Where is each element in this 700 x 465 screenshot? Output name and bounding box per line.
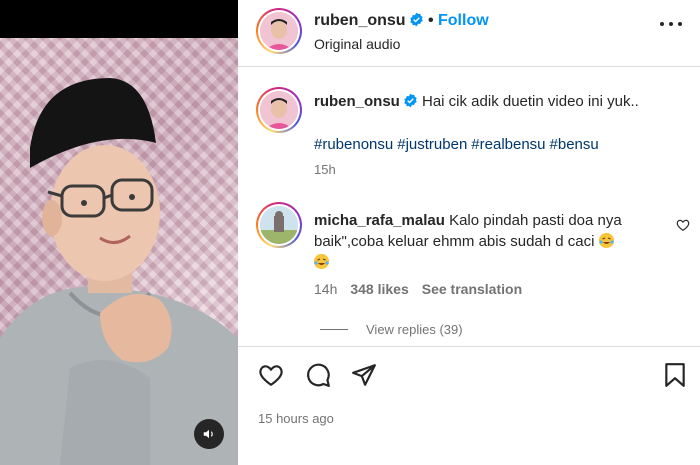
commenter-username[interactable]: micha_rafa_malau (314, 212, 445, 229)
follow-button[interactable]: Follow (438, 12, 489, 30)
comment-body: micha_rafa_malau Kalo pindah pasti doa n… (314, 210, 654, 273)
caption-timestamp[interactable]: 15h (314, 162, 336, 177)
hashtag-link[interactable]: #realbensu (471, 136, 545, 153)
post-video[interactable] (0, 38, 238, 465)
post-media[interactable] (0, 0, 238, 465)
laughing-crying-emoji-icon (314, 254, 329, 269)
like-button[interactable] (258, 362, 284, 393)
comment-bubble-icon (307, 363, 330, 387)
laughing-crying-emoji-icon (598, 233, 614, 248)
replies-line-divider (320, 329, 348, 330)
bookmark-icon (665, 363, 685, 387)
verified-badge-icon (409, 12, 423, 27)
commenter-avatar[interactable] (256, 202, 302, 248)
audio-label[interactable]: Original audio (314, 36, 400, 52)
caption-author[interactable]: ruben_onsu (314, 93, 418, 110)
verified-badge-icon (404, 93, 417, 108)
comment-meta: 14h 348 likes See translation (314, 281, 535, 297)
post-details-panel: ruben_onsu • Follow Original audio ruben… (238, 0, 700, 465)
more-options-button[interactable] (660, 22, 682, 28)
hashtag-list: #rubenonsu #justruben #realbensu #bensu (314, 136, 603, 153)
header-divider (238, 66, 700, 67)
avatar-image (260, 12, 298, 50)
actions-divider (238, 346, 700, 347)
more-horizontal-icon (660, 22, 664, 26)
avatar-image (260, 91, 298, 129)
caption-author-avatar[interactable] (256, 87, 302, 133)
comment-likes[interactable]: 348 likes (350, 281, 408, 297)
posted-time[interactable]: 15 hours ago (258, 411, 334, 426)
author-username-text[interactable]: ruben_onsu (314, 12, 406, 29)
save-button[interactable] (664, 362, 686, 393)
person-illustration (0, 78, 238, 465)
send-paper-plane-icon (352, 364, 376, 386)
caption-text: Hai cik adik duetin video ini yuk.. (422, 93, 639, 110)
comment-button[interactable] (305, 362, 331, 393)
post-actions (238, 356, 700, 396)
heart-outline-icon (676, 219, 690, 231)
separator-dot: • (428, 12, 434, 29)
mute-toggle-button[interactable] (194, 419, 224, 449)
share-button[interactable] (351, 362, 377, 393)
hashtag-link[interactable]: #rubenonsu (314, 136, 393, 153)
avatar-image (260, 206, 298, 244)
author-avatar[interactable] (256, 8, 302, 54)
comment-like-button[interactable] (676, 218, 690, 237)
heart-outline-icon (259, 365, 283, 387)
author-username[interactable]: ruben_onsu (314, 12, 424, 30)
caption-author-text[interactable]: ruben_onsu (314, 93, 400, 110)
view-replies-button[interactable]: View replies (39) (320, 322, 463, 337)
volume-icon (203, 429, 213, 439)
comment-timestamp[interactable]: 14h (314, 281, 337, 297)
hashtag-link[interactable]: #bensu (550, 136, 599, 153)
view-replies-label[interactable]: View replies (39) (366, 322, 463, 337)
hashtag-link[interactable]: #justruben (397, 136, 467, 153)
see-translation-button[interactable]: See translation (422, 281, 522, 297)
